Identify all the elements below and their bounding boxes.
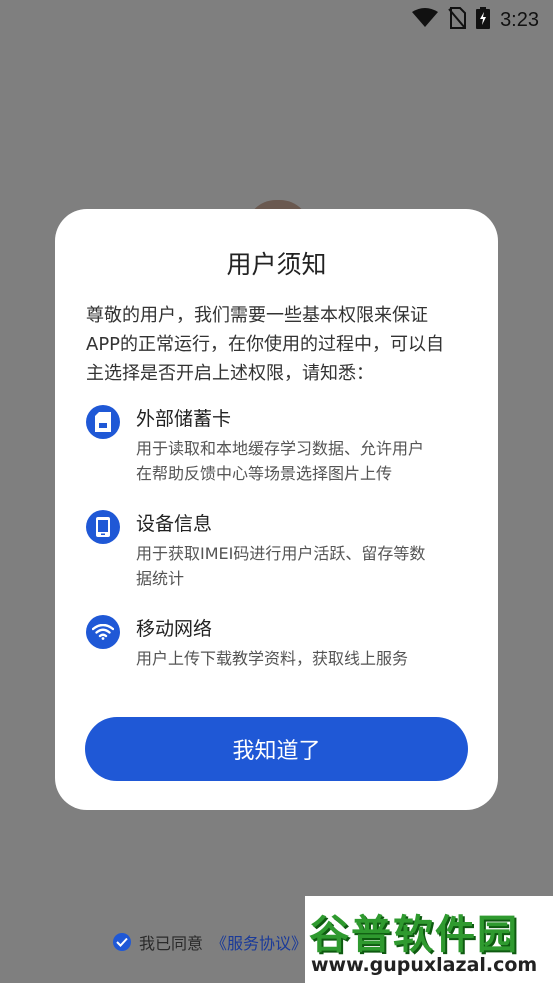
checkbox-checked-icon[interactable] (113, 933, 131, 951)
permission-title: 设备信息 (136, 513, 213, 535)
status-time: 3:23 (500, 8, 539, 31)
permission-desc: 用户上传下载教学资料，获取线上服务 (136, 646, 472, 671)
intro-line: 主选择是否开启上述权限，请知悉： (86, 363, 374, 384)
desc-line: 用于读取和本地缓存学习数据、允许用户 (136, 439, 425, 458)
no-sim-icon (448, 7, 467, 33)
intro-line: APP的正常运行，在你使用的过程中，可以自 (86, 334, 445, 355)
user-notice-dialog: 用户须知 尊敬的用户，我们需要一些基本权限来保证 APP的正常运行，在你使用的过… (55, 209, 498, 810)
wifi-icon (86, 615, 120, 649)
desc-line: 用户上传下载教学资料，获取线上服务 (136, 649, 409, 668)
desc-line: 用于获取IMEI码进行用户活跃、留存等数 (136, 544, 426, 563)
desc-line: 据统计 (136, 569, 185, 588)
watermark-url: www.gupuxlazal.com (311, 954, 538, 976)
wifi-icon (412, 8, 439, 32)
permission-title: 外部储蓄卡 (136, 408, 232, 430)
watermark-title: 谷普软件园 (309, 912, 519, 958)
service-agreement-link[interactable]: 《服务协议》 (211, 930, 307, 954)
confirm-button[interactable]: 我知道了 (85, 717, 468, 781)
dialog-intro: 尊敬的用户，我们需要一些基本权限来保证 APP的正常运行，在你使用的过程中，可以… (86, 301, 472, 388)
permission-title: 移动网络 (136, 618, 213, 640)
agreement-row: 我已同意 《服务协议》 (113, 930, 307, 954)
permission-desc: 用于获取IMEI码进行用户活跃、留存等数 据统计 (136, 541, 472, 591)
permission-desc: 用于读取和本地缓存学习数据、允许用户 在帮助反馈中心等场景选择图片上传 (136, 436, 472, 486)
watermark: 谷普软件园 www.gupuxlazal.com (305, 896, 553, 983)
battery-charging-icon (476, 7, 491, 33)
dialog-title: 用户须知 (226, 250, 327, 279)
phone-device-icon (86, 510, 120, 544)
intro-line: 尊敬的用户，我们需要一些基本权限来保证 (86, 305, 428, 326)
status-bar: 3:23 (0, 0, 553, 40)
agreement-text: 我已同意 (139, 934, 204, 953)
desc-line: 在帮助反馈中心等场景选择图片上传 (136, 464, 393, 483)
sd-card-icon (86, 405, 120, 439)
